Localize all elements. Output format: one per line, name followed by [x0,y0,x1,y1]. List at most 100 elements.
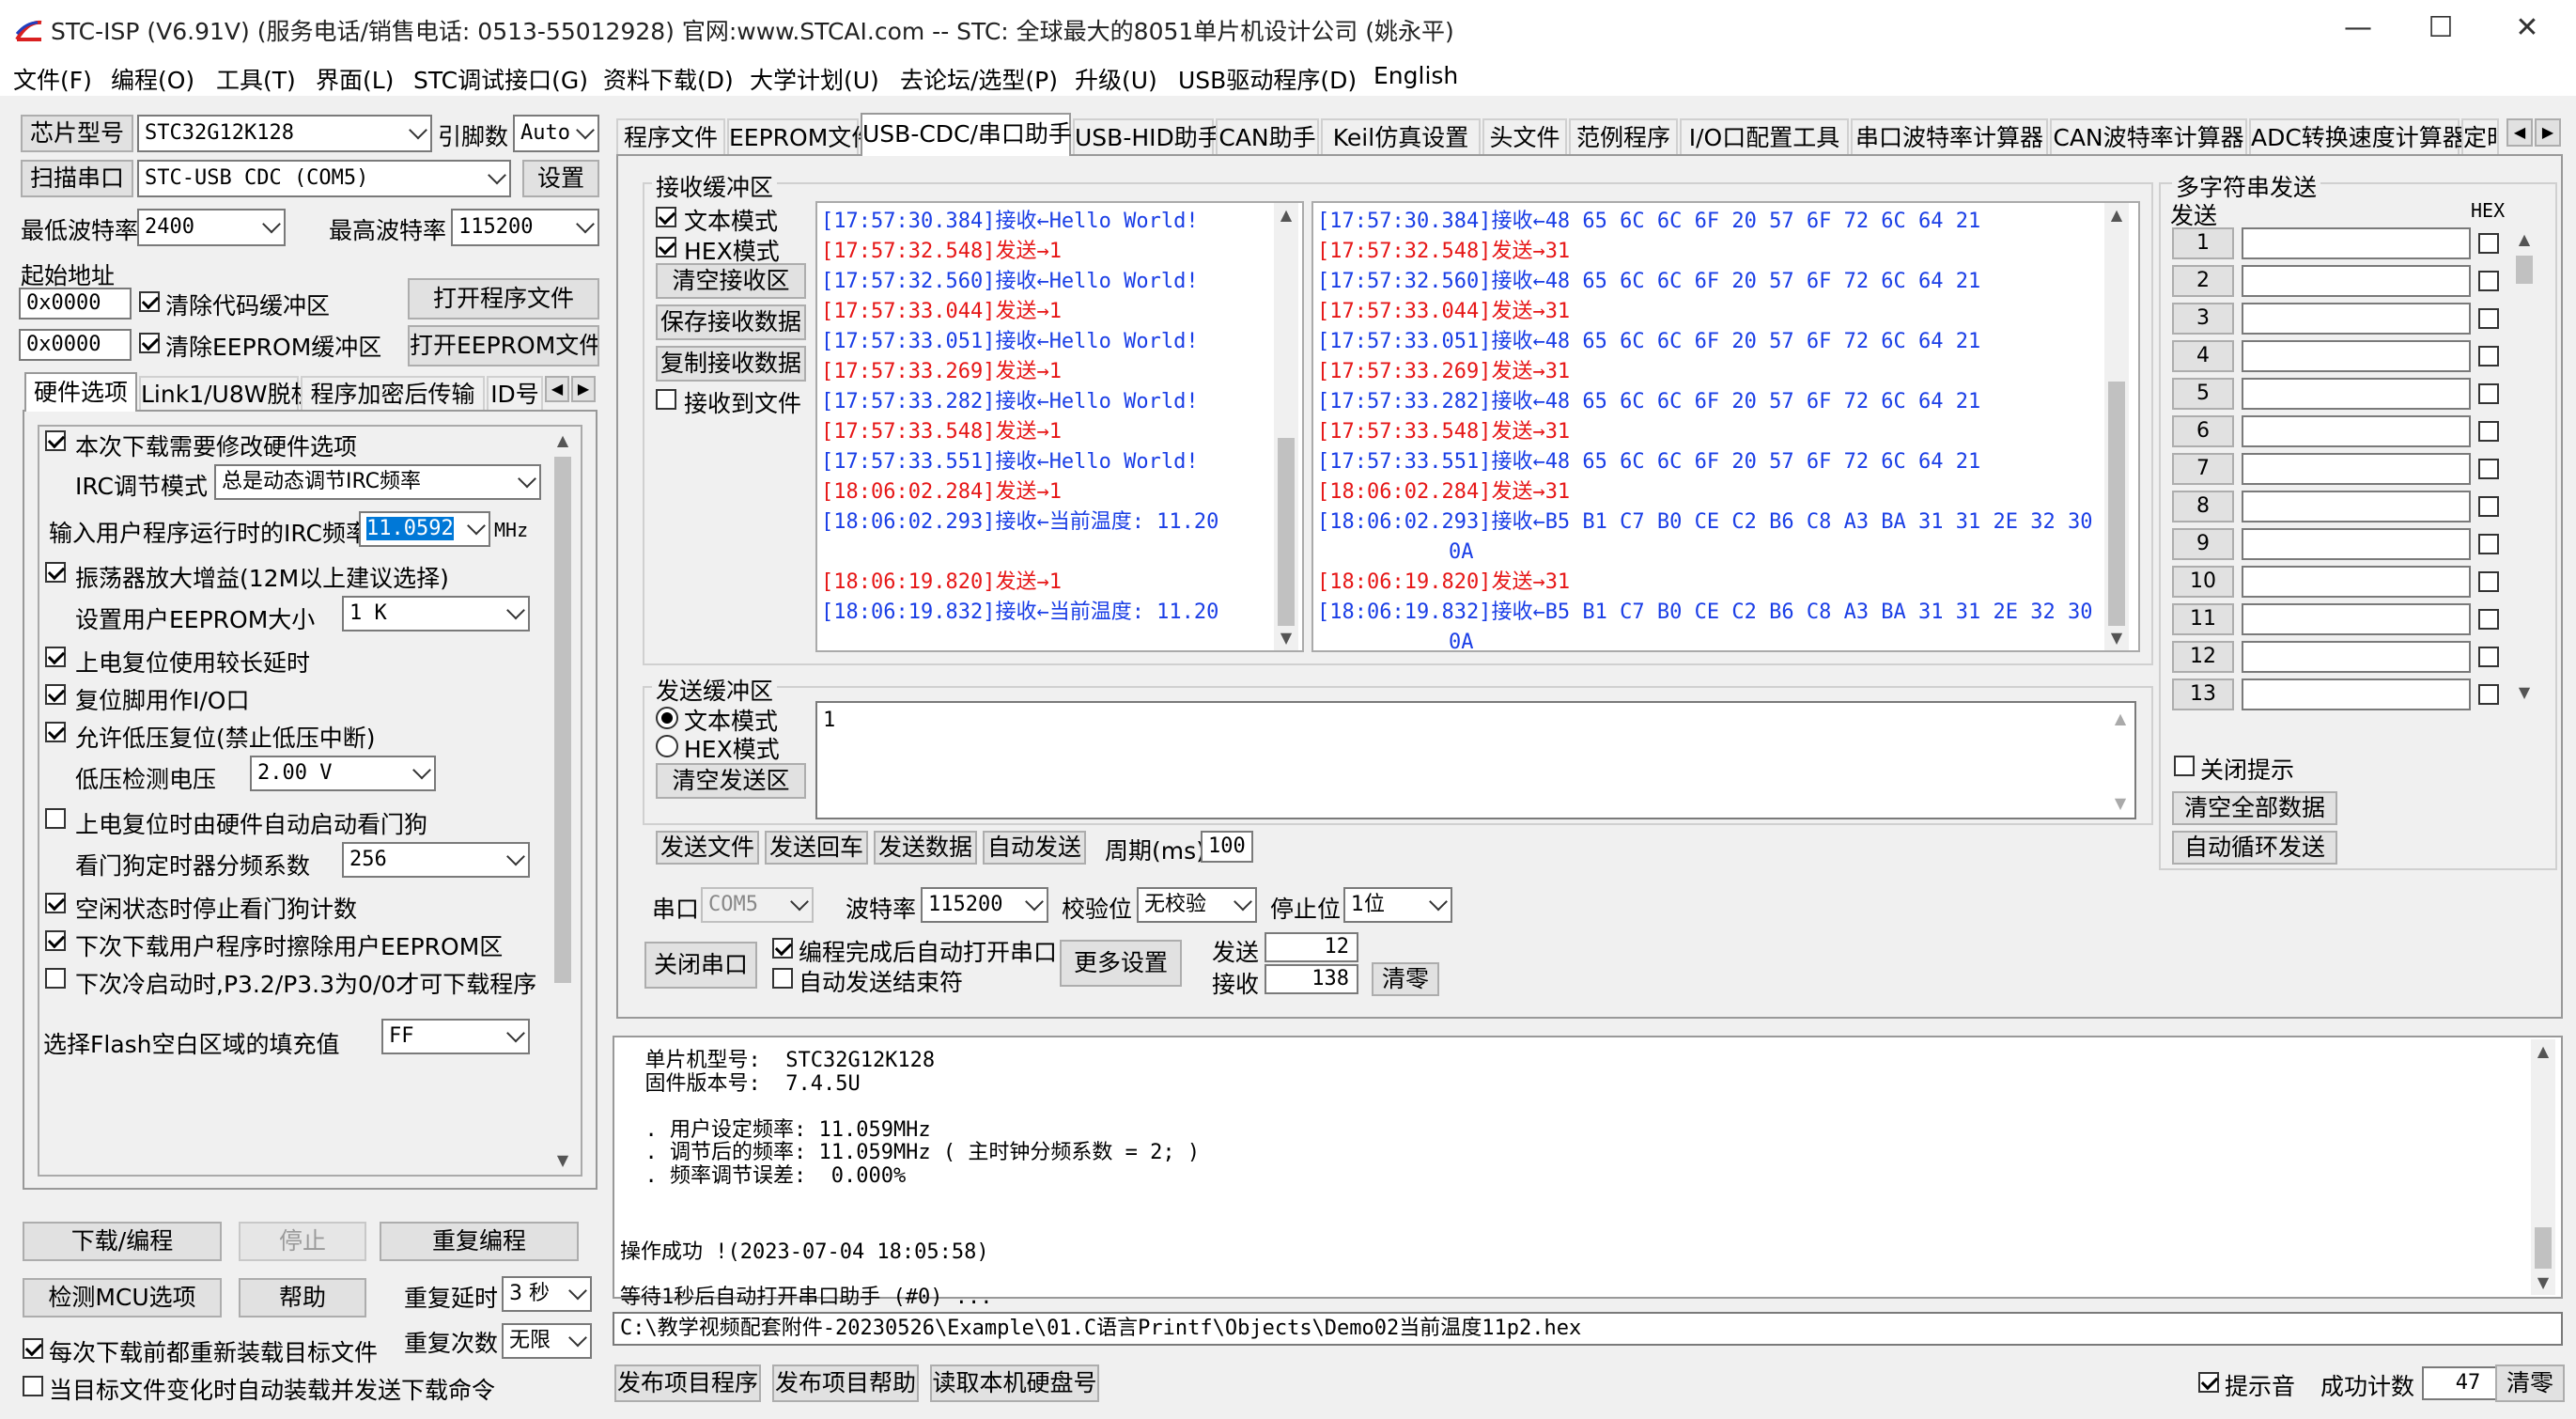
clear-success-count-button[interactable]: 清零 [2495,1364,2565,1402]
menu-interface[interactable]: 界面(L) [316,62,394,96]
tab-scroll-left-button[interactable]: ◀ [545,376,569,402]
multi-send-row-hex-checkbox[interactable] [2478,308,2499,329]
tab-usb-hid[interactable]: USB-HID助手 [1073,118,1221,156]
scroll-down-icon[interactable]: ▼ [2108,791,2133,816]
scroll-down-icon[interactable]: ▼ [2512,680,2537,705]
multi-send-row-button[interactable]: 9 [2172,528,2234,560]
scroll-down-icon[interactable]: ▼ [2531,1271,2555,1295]
idle-stop-wdt-checkbox[interactable] [45,893,66,913]
multi-send-row-hex-checkbox[interactable] [2478,383,2499,404]
open-eeprom-file-button[interactable]: 打开EEPROM文件 [408,325,599,366]
lvd-voltage-select[interactable]: 2.00 V [250,756,436,791]
menu-program[interactable]: 编程(O) [111,62,194,96]
menu-forum[interactable]: 去论坛/选型(P) [900,62,1058,96]
tab-hardware-options[interactable]: 硬件选项 [24,372,137,412]
multi-send-row-button[interactable]: 4 [2172,340,2234,372]
scroll-up-icon[interactable]: ▲ [551,429,575,453]
scroll-up-icon[interactable]: ▲ [1274,203,1298,227]
wdt-auto-start-checkbox[interactable] [45,808,66,829]
clear-eeprom-buffer-checkbox[interactable] [139,333,160,353]
close-button[interactable]: ✕ [2486,0,2568,58]
menu-downloads[interactable]: 资料下载(D) [603,62,734,96]
output-log-scrollbar[interactable]: ▲ ▼ [2531,1039,2555,1295]
menu-upgrade[interactable]: 升级(U) [1075,62,1157,96]
text-log-scrollbar[interactable]: ▲ ▼ [1274,203,1298,650]
modify-hw-checkbox[interactable] [45,430,66,451]
serial-port-select[interactable]: COM5 [701,887,814,923]
publish-project-help-button[interactable]: 发布项目帮助 [772,1364,919,1402]
multi-send-row-button[interactable]: 11 [2172,603,2234,635]
irc-mode-select[interactable]: 总是动态调节IRC频率 [214,464,541,500]
auto-open-port-checkbox[interactable] [772,938,793,959]
erase-eeprom-checkbox[interactable] [45,930,66,951]
publish-project-program-button[interactable]: 发布项目程序 [614,1364,761,1402]
scroll-thumb[interactable] [2108,382,2125,626]
multi-send-row-hex-checkbox[interactable] [2478,271,2499,291]
menu-debug-interface[interactable]: STC调试接口(G) [413,62,588,96]
receive-to-file-checkbox[interactable] [656,389,676,410]
multi-send-row-input[interactable] [2242,603,2471,635]
multi-send-row-button[interactable]: 6 [2172,415,2234,447]
tab-examples[interactable]: 范例程序 [1569,118,1678,156]
multi-send-row-button[interactable]: 13 [2172,678,2234,710]
multi-send-row-input[interactable] [2242,303,2471,335]
tab-timer[interactable]: 定时 [2461,118,2499,156]
parity-select[interactable]: 无校验 [1137,887,1257,923]
menu-university[interactable]: 大学计划(U) [750,62,879,96]
multi-send-row-input[interactable] [2242,415,2471,447]
repeat-delay-select[interactable]: 3 秒 [502,1276,592,1312]
tab-program-file[interactable]: 程序文件 [616,118,725,156]
settings-button[interactable]: 设置 [522,160,599,197]
pin-count-select[interactable]: Auto [513,115,599,152]
close-hint-checkbox[interactable] [2174,756,2195,776]
clear-receive-button[interactable]: 清空接收区 [656,263,806,299]
period-input[interactable]: 100 [1201,831,1253,863]
detect-mcu-button[interactable]: 检测MCU选项 [23,1278,222,1318]
help-button[interactable]: 帮助 [239,1278,366,1318]
scroll-up-icon[interactable]: ▲ [2531,1039,2555,1064]
scroll-up-icon[interactable]: ▲ [2104,203,2129,227]
tab-eeprom-file[interactable]: EEPROM文件 [727,118,875,156]
tab-io-config[interactable]: I/O口配置工具 [1680,118,1849,156]
send-text-mode-radio[interactable] [656,707,678,729]
more-settings-button[interactable]: 更多设置 [1060,940,1182,987]
read-disk-serial-button[interactable]: 读取本机硬盘号 [930,1364,1099,1402]
multi-send-row-button[interactable]: 8 [2172,491,2234,522]
tab-usb-cdc-serial[interactable]: USB-CDC/串口助手 [861,113,1072,156]
tab-keil-sim[interactable]: Keil仿真设置 [1321,118,1481,156]
tab-can-assistant[interactable]: CAN助手 [1216,118,1319,156]
multi-send-row-hex-checkbox[interactable] [2478,233,2499,254]
multi-send-row-hex-checkbox[interactable] [2478,421,2499,442]
tab-link1-offline[interactable]: Link1/U8W脱机 [139,376,314,412]
clear-send-button[interactable]: 清空发送区 [656,763,806,799]
send-data-button[interactable]: 发送数据 [874,831,977,865]
send-buffer-scrollbar[interactable]: ▲ ▼ [2108,707,2133,816]
send-file-button[interactable]: 发送文件 [656,831,759,865]
irc-frequency-select[interactable]: 11.0592 [359,511,490,547]
hex-log-scrollbar[interactable]: ▲ ▼ [2104,203,2129,650]
multi-send-row-hex-checkbox[interactable] [2478,609,2499,630]
hardware-options-scrollbar[interactable]: ▲ ▼ [551,429,575,1173]
flash-fill-select[interactable]: FF [381,1019,530,1054]
download-program-button[interactable]: 下载/编程 [23,1222,222,1261]
multi-send-row-button[interactable]: 7 [2172,453,2234,485]
multi-send-row-input[interactable] [2242,566,2471,598]
menu-usb-driver[interactable]: USB驱动程序(D) [1178,62,1357,96]
auto-send-button[interactable]: 自动发送 [983,831,1086,865]
scroll-thumb[interactable] [2516,256,2533,284]
scan-port-button[interactable]: 扫描串口 [21,160,133,197]
wdt-prescaler-select[interactable]: 256 [342,842,530,878]
scroll-down-icon[interactable]: ▼ [551,1148,575,1173]
reset-pin-io-checkbox[interactable] [45,684,66,705]
receive-text-log[interactable]: [17:57:30.384]接收←Hello World! [17:57:32.5… [815,201,1304,652]
tab-uart-baud-calc[interactable]: 串口波特率计算器 [1851,118,2048,156]
scroll-thumb[interactable] [1278,438,1295,626]
multi-send-row-input[interactable] [2242,265,2471,297]
multi-send-row-input[interactable] [2242,340,2471,372]
chip-model-button[interactable]: 芯片型号 [21,115,133,152]
auto-loop-send-button[interactable]: 自动循环发送 [2172,831,2337,865]
stop-button[interactable]: 停止 [239,1222,366,1261]
clear-counts-button[interactable]: 清零 [1372,962,1439,996]
multi-send-row-button[interactable]: 10 [2172,566,2234,598]
multi-send-row-button[interactable]: 1 [2172,227,2234,259]
